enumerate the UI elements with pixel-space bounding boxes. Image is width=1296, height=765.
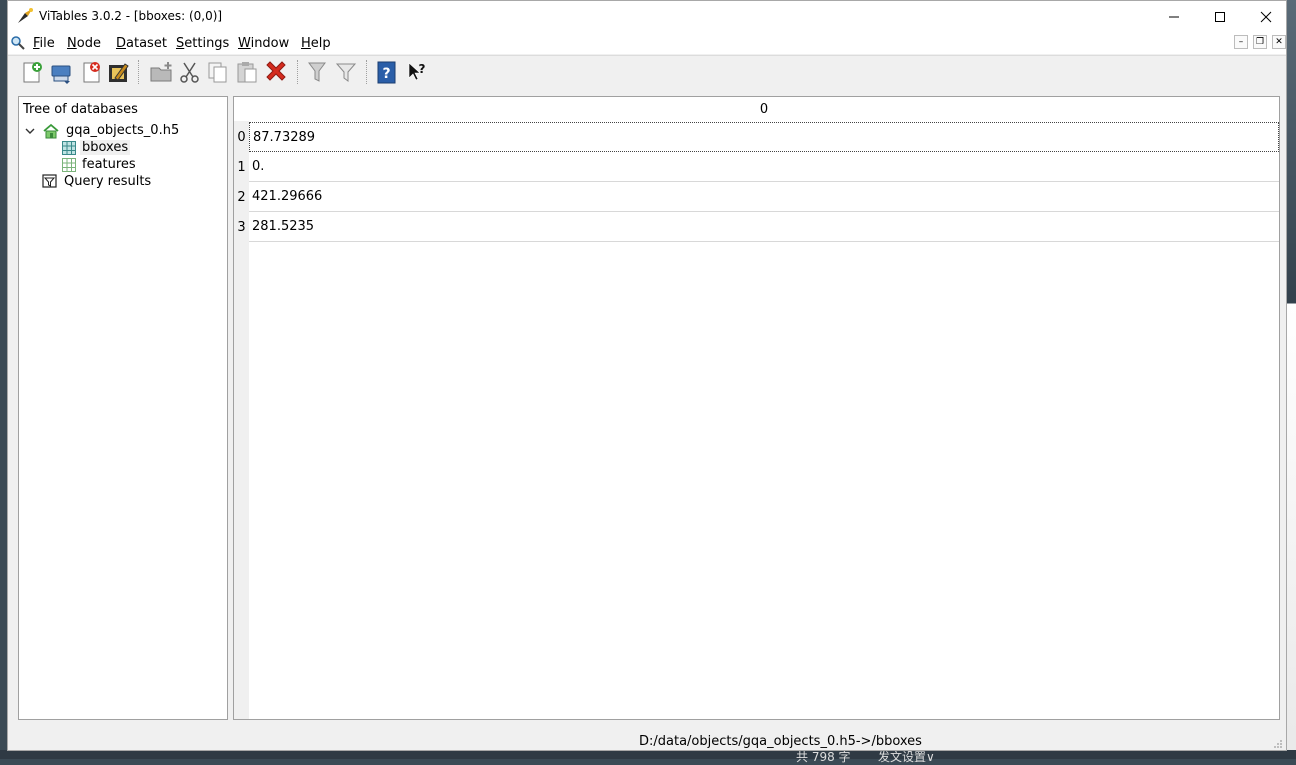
table-grid-icon	[62, 140, 76, 155]
menu-help[interactable]: Help	[301, 36, 331, 51]
title-bar[interactable]: ViTables 3.0.2 - [bboxes: (0,0)]	[8, 1, 1286, 32]
menu-window[interactable]: Window	[238, 36, 289, 51]
minimize-icon	[1169, 16, 1179, 17]
column-header[interactable]: 0	[249, 97, 1279, 121]
table-cell[interactable]: 281.5235	[249, 212, 1279, 242]
vitables-logo-icon	[18, 8, 33, 23]
table-cell[interactable]: 0.	[249, 152, 1279, 182]
new-file-icon[interactable]	[19, 59, 45, 85]
menu-settings[interactable]: Settings	[176, 36, 229, 51]
menu-node[interactable]: Node	[67, 36, 101, 51]
resize-grip-icon[interactable]	[1273, 739, 1283, 749]
close-button[interactable]	[1243, 1, 1289, 32]
status-path: D:/data/objects/gqa_objects_0.h5->/bboxe…	[639, 734, 922, 749]
house-icon	[43, 123, 59, 138]
delete-icon[interactable]	[263, 59, 289, 85]
query-results-label: Query results	[64, 174, 152, 189]
row-header[interactable]: 2	[234, 182, 249, 212]
table-grid-icon	[62, 157, 76, 172]
open-file-icon[interactable]	[48, 59, 74, 85]
filter-icon[interactable]	[333, 59, 359, 85]
table-cell[interactable]: 87.73289	[249, 122, 1279, 152]
mdi-close-button[interactable]: ✕	[1272, 35, 1286, 49]
database-tree-panel[interactable]: Tree of databases gqa_objects_0.h5 bboxe…	[18, 96, 228, 720]
magnifier-icon	[11, 36, 25, 50]
query-results-icon	[42, 174, 57, 188]
close-file-icon[interactable]	[79, 59, 105, 85]
chevron-down-icon[interactable]	[24, 125, 36, 137]
help-icon[interactable]: ?	[374, 59, 400, 85]
close-icon	[1260, 11, 1272, 22]
cut-icon[interactable]	[177, 59, 203, 85]
mdi-minimize-button[interactable]: –	[1234, 35, 1248, 49]
query-icon[interactable]	[304, 59, 330, 85]
row-header[interactable]: 3	[234, 212, 249, 242]
svg-text:?: ?	[419, 62, 426, 76]
toolbar-separator	[138, 60, 141, 84]
menu-bar: File Node Dataset Settings Window Help –…	[8, 32, 1286, 54]
bboxes-label: bboxes	[80, 140, 131, 155]
toolbar: ? ?	[8, 55, 1286, 88]
toolbar-separator	[366, 60, 369, 84]
status-bar: D:/data/objects/gqa_objects_0.h5->/bboxe…	[8, 731, 1286, 751]
desktop-background-right	[1287, 0, 1296, 759]
paste-icon[interactable]	[234, 59, 260, 85]
row-header[interactable]: 0	[234, 122, 249, 152]
toolbar-separator	[297, 60, 300, 84]
maximize-button[interactable]	[1197, 1, 1243, 32]
copy-icon[interactable]	[205, 59, 231, 85]
maximize-icon	[1215, 11, 1225, 22]
dataset-table[interactable]: 0 0 87.73289 1 0. 2 421.29666 3 281.5235	[233, 96, 1280, 720]
row-header[interactable]: 1	[234, 152, 249, 182]
new-group-icon[interactable]	[148, 59, 174, 85]
features-label: features	[82, 157, 136, 172]
whats-this-icon[interactable]: ?	[403, 59, 429, 85]
mdi-restore-button[interactable]: ❐	[1253, 35, 1267, 49]
svg-text:?: ?	[382, 66, 390, 82]
window-title: ViTables 3.0.2 - [bboxes: (0,0)]	[39, 9, 223, 23]
table-cell[interactable]: 421.29666	[249, 182, 1279, 212]
save-as-icon[interactable]	[106, 59, 132, 85]
tree-node-features[interactable]: features	[62, 156, 138, 173]
tree-node-bboxes[interactable]: bboxes	[62, 139, 131, 156]
menu-dataset[interactable]: Dataset	[116, 36, 167, 51]
file-node-label: gqa_objects_0.h5	[66, 123, 180, 138]
tree-node-file[interactable]: gqa_objects_0.h5	[24, 122, 181, 139]
desktop-background-bottom	[0, 750, 1296, 759]
menu-file[interactable]: File	[33, 36, 55, 51]
tree-header: Tree of databases	[23, 102, 138, 117]
tree-node-query-results[interactable]: Query results	[42, 173, 153, 190]
app-window: ViTables 3.0.2 - [bboxes: (0,0)] File No…	[7, 0, 1287, 751]
minimize-button[interactable]	[1151, 1, 1197, 32]
